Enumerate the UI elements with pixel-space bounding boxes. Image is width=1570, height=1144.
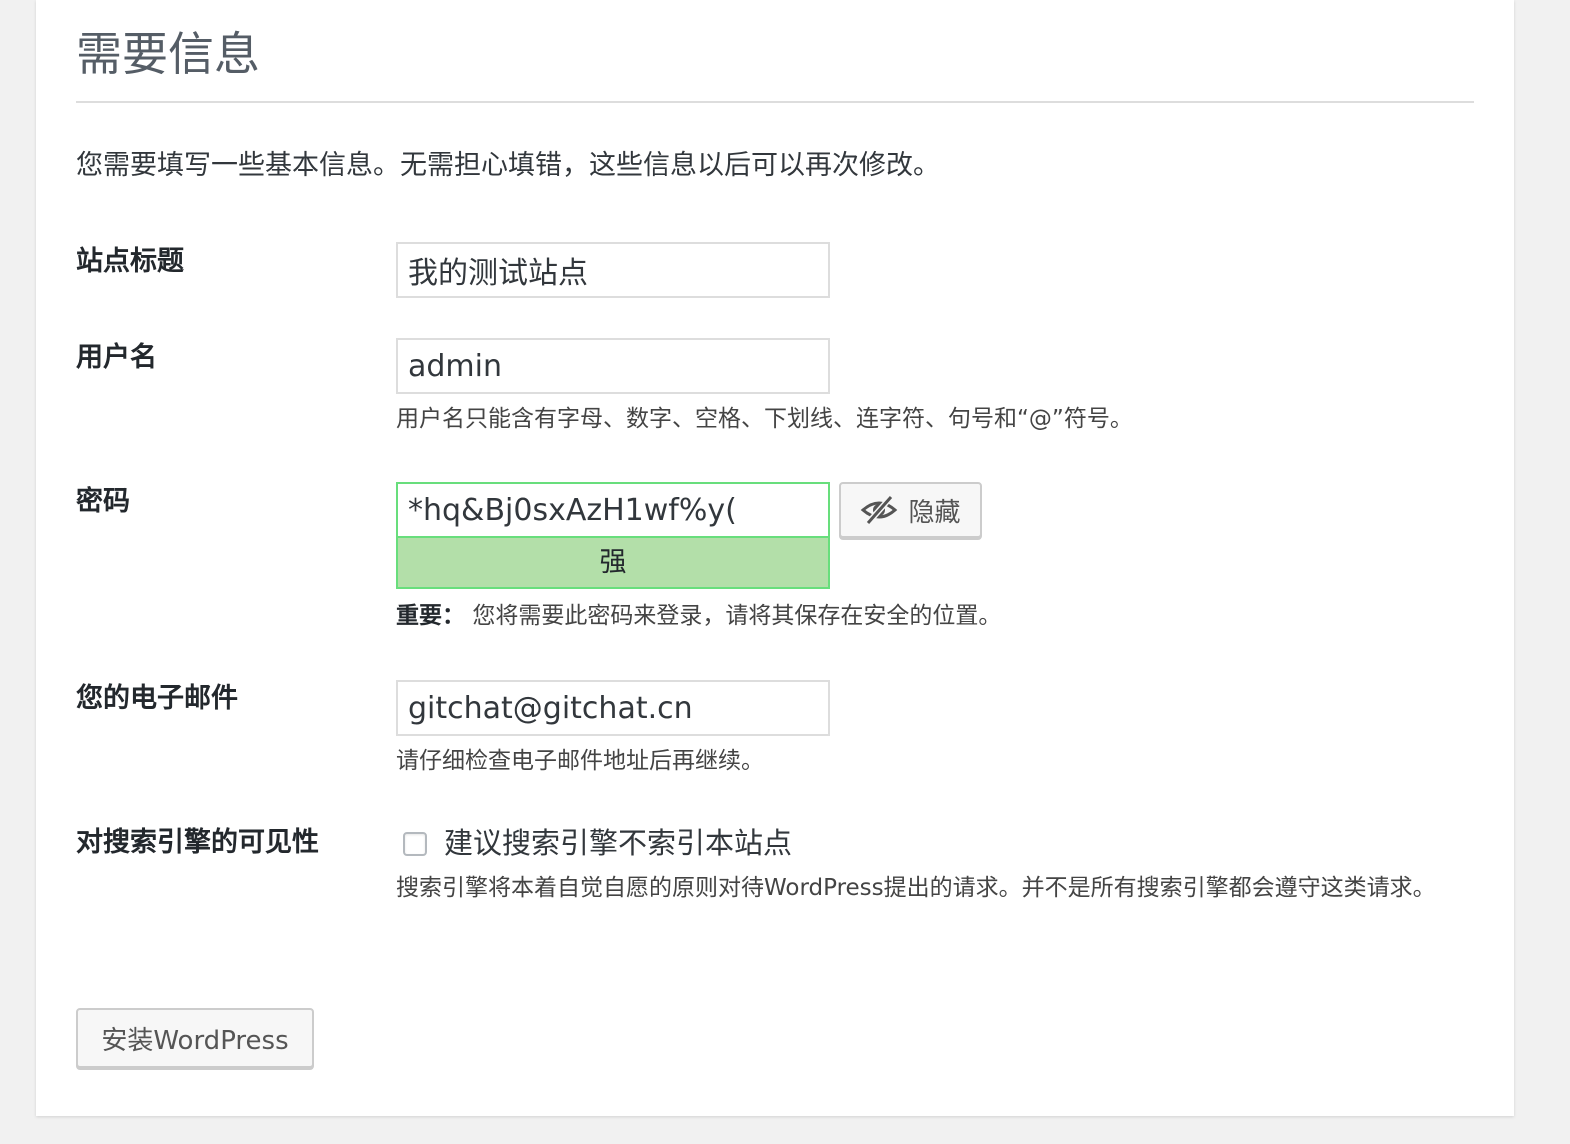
eye-slash-icon xyxy=(860,495,898,525)
search-visibility-hint: 搜索引擎将本着自觉自愿的原则对待WordPress提出的请求。并不是所有搜索引擎… xyxy=(396,875,1436,901)
intro-text: 您需要填写一些基本信息。无需担心填错，这些信息以后可以再次修改。 xyxy=(76,150,940,181)
page-title: 需要信息 xyxy=(76,27,260,81)
site-title-label: 站点标题 xyxy=(76,246,184,277)
username-hint: 用户名只能含有字母、数字、空格、下划线、连字符、句号和“@”符号。 xyxy=(396,406,1133,432)
password-hint: 重要： 您将需要此密码来登录，请将其保存在安全的位置。 xyxy=(396,598,1001,634)
password-input[interactable] xyxy=(396,482,830,537)
setup-panel: 需要信息 您需要填写一些基本信息。无需担心填错，这些信息以后可以再次修改。 站点… xyxy=(36,0,1514,1116)
search-visibility-label: 对搜索引擎的可见性 xyxy=(76,827,319,858)
password-hint-important: 重要： xyxy=(396,603,465,629)
title-divider xyxy=(76,101,1474,103)
install-wordpress-button[interactable]: 安装WordPress xyxy=(76,1008,314,1068)
hide-password-label: 隐藏 xyxy=(908,497,961,528)
site-title-input[interactable] xyxy=(396,242,830,298)
search-visibility-checkbox-label[interactable]: 建议搜索引擎不索引本站点 xyxy=(444,823,792,863)
username-input[interactable] xyxy=(396,338,830,394)
email-label: 您的电子邮件 xyxy=(76,683,238,714)
password-strength-meter: 强 xyxy=(396,536,830,589)
search-visibility-checkbox[interactable] xyxy=(403,832,427,856)
password-label: 密码 xyxy=(76,486,130,517)
password-hint-text: 您将需要此密码来登录，请将其保存在安全的位置。 xyxy=(472,603,1002,629)
hide-password-button[interactable]: 隐藏 xyxy=(839,482,982,538)
email-input[interactable] xyxy=(396,680,830,736)
email-hint: 请仔细检查电子邮件地址后再继续。 xyxy=(396,748,764,774)
username-label: 用户名 xyxy=(76,342,157,373)
